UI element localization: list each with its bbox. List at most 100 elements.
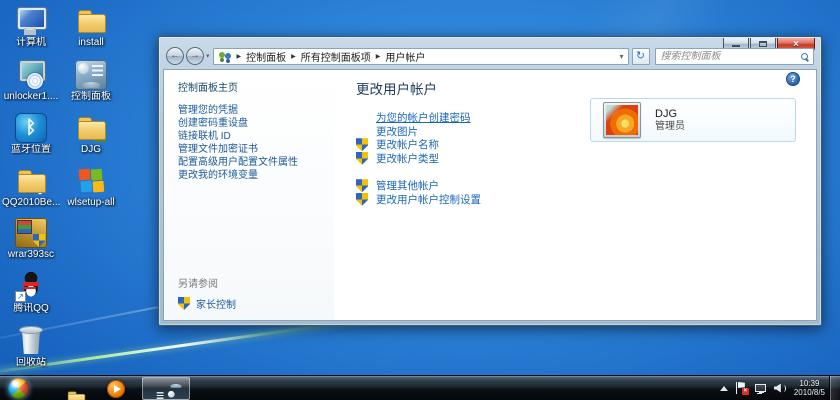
desktop-icon-cpl[interactable]: 控制面板	[62, 60, 120, 102]
sidebar-link[interactable]: 创建密码重设盘	[178, 118, 328, 129]
task-row: 更改帐户类型	[356, 151, 816, 166]
help-button[interactable]: ?	[786, 72, 800, 86]
account-role: 管理员	[655, 120, 685, 132]
task-row: 更改用户帐户控制设置	[356, 192, 816, 207]
uac-shield-icon	[356, 138, 368, 152]
desktop-icon-recycle-bin[interactable]: 回收站	[2, 326, 60, 368]
desktop-icon-label: QQ2010Be...	[2, 197, 60, 208]
desktop-icon-computer[interactable]: 计算机	[2, 6, 60, 48]
desktop-icon-bluetooth[interactable]: 蓝牙位置	[2, 113, 60, 155]
address-bar[interactable]: ▶ 控制面板 ▶ 所有控制面板项 ▶ 用户帐户 ▾	[212, 47, 629, 65]
breadcrumb-item[interactable]: 所有控制面板项	[301, 49, 371, 64]
desktop-icon-folder-user[interactable]: DJG	[62, 113, 120, 155]
sidebar-item-parental-controls[interactable]: 家长控制	[196, 296, 236, 311]
taskbar: 10:39 2010/8/5	[0, 375, 840, 400]
clock-date: 2010/8/5	[793, 388, 825, 397]
sidebar-link[interactable]: 配置高级用户配置文件属性	[178, 157, 328, 168]
folder-qq-badge	[33, 180, 47, 196]
uac-shield-icon	[356, 151, 368, 165]
winrar-icon	[15, 218, 47, 248]
sidebar-link[interactable]: 更改我的环境变量	[178, 170, 328, 181]
action-center-icon[interactable]	[735, 382, 749, 395]
task-icon-slot	[356, 111, 368, 124]
search-box[interactable]	[654, 47, 814, 65]
sidebar-link[interactable]: 管理文件加密证书	[178, 144, 328, 155]
breadcrumb-item[interactable]: 用户帐户	[385, 49, 425, 64]
task-row: 管理其他帐户	[356, 179, 816, 193]
show-desktop-button[interactable]	[829, 376, 840, 400]
desktop-icon-folder-qq[interactable]: QQ2010Be...	[2, 166, 60, 208]
qq-icon	[15, 272, 47, 302]
account-picture	[606, 105, 638, 135]
cpl-icon	[75, 60, 107, 90]
uac-shield-icon	[356, 179, 368, 193]
task-icon-slot	[356, 125, 368, 138]
folder-qq-icon	[15, 166, 47, 196]
qq-badge	[16, 292, 25, 301]
desktop-icon-label: 腾讯QQ	[13, 303, 49, 314]
start-button[interactable]	[8, 378, 29, 399]
account-name: DJG	[655, 107, 677, 120]
network-icon[interactable]	[754, 383, 766, 394]
desktop-icon-label: 控制面板	[71, 91, 111, 102]
forward-button[interactable]: →	[186, 47, 204, 65]
address-dropdown-icon[interactable]: ▾	[620, 52, 624, 61]
sidebar-link[interactable]: 管理您的凭据	[178, 105, 328, 116]
media-player-icon	[107, 379, 125, 398]
breadcrumb: ▶ 控制面板 ▶ 所有控制面板项 ▶ 用户帐户	[232, 49, 426, 64]
desktop-icon-winrar[interactable]: wrar393sc	[2, 218, 60, 260]
sidebar-links: 管理您的凭据 创建密码重设盘 链接联机 ID 管理文件加密证书 配置高级用户配置文件属性…	[178, 105, 328, 181]
back-button[interactable]: ←	[166, 47, 184, 65]
desktop-icon-label: 回收站	[16, 357, 46, 368]
clock-time: 10:39	[799, 379, 820, 388]
sidebar: 控制面板主页 管理您的凭据 创建密码重设盘 链接联机 ID 管理文件加密证书 配置高级用…	[164, 70, 334, 320]
breadcrumb-separator-icon: ▶	[291, 53, 296, 60]
desktop-icon-label: wlsetup-all	[67, 197, 115, 208]
account-picture-frame	[603, 102, 641, 138]
uac-shield-icon	[356, 192, 368, 206]
desktop-icon-windows[interactable]: wlsetup-all	[62, 166, 120, 208]
sidebar-link[interactable]: 链接联机 ID	[178, 131, 328, 142]
desktop-icon-installer[interactable]: unlocker1....	[2, 60, 60, 102]
navigation-bar: ← → ▾ ▶ 控制面板 ▶ 所有控制面板项 ▶ 用户帐户 ▾ ↻	[166, 46, 814, 66]
search-input[interactable]	[660, 50, 797, 62]
computer-icon	[15, 6, 47, 36]
desktop-icon-label: 计算机	[16, 37, 46, 48]
window-content: 控制面板主页 管理您的凭据 创建密码重设盘 链接联机 ID 管理文件加密证书 配置高级用…	[163, 69, 817, 321]
task-link[interactable]: 更改帐户类型	[376, 151, 439, 166]
breadcrumb-separator-icon: ▶	[236, 53, 242, 60]
system-tray: 10:39 2010/8/5	[719, 376, 825, 400]
desktop-icon-folder[interactable]: install	[62, 6, 120, 48]
desktop-icon-label: DJG	[81, 144, 101, 155]
recent-pages-chevron-icon[interactable]: ▾	[206, 52, 210, 60]
recycle-bin-icon	[15, 326, 47, 356]
taskbar-control-panel-button[interactable]	[142, 377, 190, 400]
main-panel: 更改用户帐户 为您的帐户创建密码 更改图片 更改帐户名称 更改帐户类型 管理其他帐户 更改…	[334, 70, 816, 320]
breadcrumb-item[interactable]: 控制面板	[246, 49, 286, 64]
desktop-icon-label: install	[78, 37, 104, 48]
user-accounts-window: × ← → ▾ ▶控制面板▶所有控制面板项▶用户帐户 ▾ ↻ 控制面板主页 管理…	[158, 36, 822, 326]
page-title: 更改用户帐户	[356, 82, 437, 97]
taskbar-explorer-button[interactable]	[52, 378, 80, 399]
desktop-icon-qq[interactable]: 腾讯QQ	[2, 272, 60, 314]
task-link[interactable]: 更改用户帐户控制设置	[376, 192, 481, 207]
breadcrumb-separator-icon: ▶	[375, 53, 381, 60]
desktop-icon-label: 蓝牙位置	[11, 144, 51, 155]
folder-user-badge	[94, 128, 106, 142]
folder-user-icon	[75, 113, 107, 143]
search-icon	[801, 52, 808, 60]
volume-icon[interactable]	[774, 383, 786, 394]
winrar-badge	[33, 234, 45, 247]
show-hidden-icons-icon[interactable]	[719, 385, 728, 391]
see-also-header: 另请参阅	[178, 279, 218, 290]
bluetooth-icon	[15, 113, 47, 143]
taskbar-clock[interactable]: 10:39 2010/8/5	[794, 379, 825, 397]
sidebar-item-control-panel-home[interactable]: 控制面板主页	[178, 79, 328, 94]
account-card: DJG 管理员	[590, 98, 796, 142]
folder-icon	[75, 6, 107, 36]
refresh-button[interactable]: ↻	[631, 47, 650, 65]
installer-icon	[15, 60, 47, 90]
control-panel-globe	[167, 390, 175, 398]
taskbar-media-player-button[interactable]	[102, 378, 130, 399]
desktop: 计算机 install unlocker1.... 控制面板蓝牙位置 DJG QQ2010…	[0, 0, 840, 400]
